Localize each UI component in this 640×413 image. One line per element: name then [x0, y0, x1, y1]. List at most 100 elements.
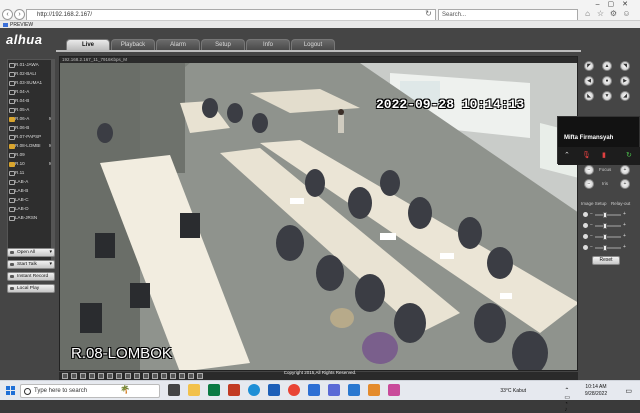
channel-item[interactable]: R.04-A: [8, 87, 54, 96]
channel-item[interactable]: R.04-B: [8, 96, 54, 105]
channel-item[interactable]: R.08-LOMBIM: [8, 141, 54, 150]
saturation-slider[interactable]: − +: [583, 233, 633, 240]
channel-label: LAB-JRSN: [15, 215, 38, 220]
channel-item[interactable]: R.10M: [8, 159, 54, 168]
expand-icon[interactable]: ⌃: [564, 151, 570, 159]
windows-start-icon[interactable]: [6, 386, 15, 395]
iris-minus-icon[interactable]: −: [584, 179, 594, 189]
ptz-up-icon[interactable]: ▲: [602, 61, 612, 71]
home-icon[interactable]: ⌂: [583, 9, 592, 19]
user-overlay-popup[interactable]: Mifta Firmansyah ⌃ 🎙 ▮ ↻: [557, 116, 640, 165]
channel-item[interactable]: LAB-D: [8, 204, 54, 213]
tray-icons[interactable]: ⌃ ▭ ◔ ♪: [564, 387, 570, 413]
taskbar-search-input[interactable]: Type here to search: [20, 384, 160, 398]
channel-label: LAB-C: [15, 197, 29, 202]
dropdown-arrow-icon: ▾: [49, 261, 52, 267]
menu-tab-playback[interactable]: Playback: [111, 39, 155, 50]
channel-item[interactable]: LAB-JRSN: [8, 213, 54, 222]
channel-label: LAB-B: [15, 188, 29, 193]
channel-item[interactable]: LAB-C: [8, 195, 54, 204]
osd-timestamp: 2022-09-28 10:14:13: [376, 97, 525, 112]
menu-tab-logout[interactable]: Logout: [291, 39, 335, 50]
search-highlight-icon[interactable]: 🌴: [120, 385, 132, 397]
ptz-up-left-icon[interactable]: ◤: [584, 61, 594, 71]
image-setup-tab[interactable]: Image Setup: [581, 201, 607, 206]
task-view-icon[interactable]: [168, 384, 180, 396]
relay-out-tab[interactable]: Relay-out: [611, 201, 630, 206]
channel-label: R.04-B: [15, 98, 30, 103]
refresh-green-icon[interactable]: ↻: [626, 151, 632, 159]
internet-explorer-icon[interactable]: [268, 384, 280, 396]
channel-item[interactable]: R.06-AM: [8, 114, 54, 123]
instant-record-button[interactable]: Instant Record: [7, 272, 55, 281]
channel-scrollbar[interactable]: [51, 60, 54, 268]
excel-icon[interactable]: [208, 384, 220, 396]
focus-minus-icon[interactable]: −: [584, 165, 594, 175]
iris-plus-icon[interactable]: +: [620, 179, 630, 189]
teams-icon[interactable]: [328, 384, 340, 396]
notification-icon[interactable]: ▭: [625, 387, 632, 395]
focus-plus-icon[interactable]: +: [620, 165, 630, 175]
window-controls[interactable]: –▢✕: [596, 0, 636, 8]
ptz-center-icon[interactable]: ●: [602, 76, 612, 86]
reset-button[interactable]: Reset: [592, 256, 620, 265]
paint-icon[interactable]: [388, 384, 400, 396]
nvr-web-app: alhua Live Playback Alarm Setup Info Log…: [0, 28, 640, 380]
channel-label: R.07-PAPSP: [15, 134, 42, 139]
mic-muted-icon[interactable]: 🎙: [582, 151, 591, 159]
weather-status[interactable]: 33°C Kabut: [500, 388, 526, 394]
menu-tab-live[interactable]: Live: [66, 39, 110, 50]
ptz-down-left-icon[interactable]: ◣: [584, 91, 594, 101]
refresh-icon[interactable]: ↻: [424, 9, 433, 19]
clock-time[interactable]: 10:14 AM: [576, 384, 616, 390]
back-icon[interactable]: ‹: [2, 9, 13, 20]
local-play-label: Local Play: [17, 286, 40, 291]
brightness-slider[interactable]: − +: [583, 211, 633, 218]
favorites-icon[interactable]: ☆: [596, 9, 605, 19]
menu-tab-alarm[interactable]: Alarm: [156, 39, 200, 50]
chrome-icon[interactable]: [288, 384, 300, 396]
hue-slider[interactable]: − +: [583, 244, 633, 251]
forward-icon[interactable]: ›: [14, 9, 25, 20]
brightness-icon: [583, 212, 588, 217]
windows-taskbar: Type here to search 🌴 33°C Kabut ⌃ ▭ ◔ ♪…: [0, 380, 640, 413]
dahua-logo: alhua: [6, 32, 43, 47]
smiley-icon[interactable]: ☺: [622, 9, 631, 19]
start-talk-button[interactable]: Start Talk ▾: [7, 260, 55, 269]
channel-item[interactable]: R.06-B: [8, 123, 54, 132]
channel-item[interactable]: R.03-SUMA1: [8, 78, 54, 87]
clock-date[interactable]: 9/28/2022: [576, 391, 616, 397]
channel-item[interactable]: LAB-A: [8, 177, 54, 186]
start-talk-label: Start Talk: [17, 262, 37, 267]
channel-item[interactable]: R.11: [8, 168, 54, 177]
channel-label: R.03-SUMA1: [15, 80, 43, 85]
settings-gear-icon[interactable]: ⚙: [609, 9, 618, 19]
contrast-slider[interactable]: − +: [583, 222, 633, 229]
popup-controls: ⌃ 🎙 ▮ ↻: [558, 147, 640, 165]
app-icon[interactable]: [368, 384, 380, 396]
channel-item[interactable]: R.09: [8, 150, 54, 159]
ptz-right-icon[interactable]: ▶: [620, 76, 630, 86]
ptz-down-right-icon[interactable]: ◢: [620, 91, 630, 101]
channel-label: R.05-A: [15, 107, 30, 112]
channel-item[interactable]: R.01-JAWA: [8, 60, 54, 69]
channel-item[interactable]: LAB-B: [8, 186, 54, 195]
menu-tab-info[interactable]: Info: [246, 39, 290, 50]
menu-tab-setup[interactable]: Setup: [201, 39, 245, 50]
ptz-up-right-icon[interactable]: ◥: [620, 61, 630, 71]
channel-item[interactable]: R.07-PAPSP: [8, 132, 54, 141]
local-play-button[interactable]: Local Play: [7, 284, 55, 293]
ptz-down-icon[interactable]: ▼: [602, 91, 612, 101]
channel-item[interactable]: R.05-A: [8, 105, 54, 114]
contrast-icon: [583, 223, 588, 228]
channel-item[interactable]: R.02-BALI: [8, 69, 54, 78]
camera-off-icon[interactable]: ▮: [602, 151, 606, 159]
file-explorer-icon[interactable]: [188, 384, 200, 396]
word-icon[interactable]: [308, 384, 320, 396]
zoom-icon[interactable]: [348, 384, 360, 396]
powerpoint-icon[interactable]: [228, 384, 240, 396]
live-video-panel[interactable]: 192.168.2.167_11_7916Kbps_M 2022-09-28 1…: [59, 56, 578, 371]
ptz-left-icon[interactable]: ◀: [584, 76, 594, 86]
edge-icon[interactable]: [248, 384, 260, 396]
open-all-button[interactable]: Open All ▾: [7, 248, 55, 257]
